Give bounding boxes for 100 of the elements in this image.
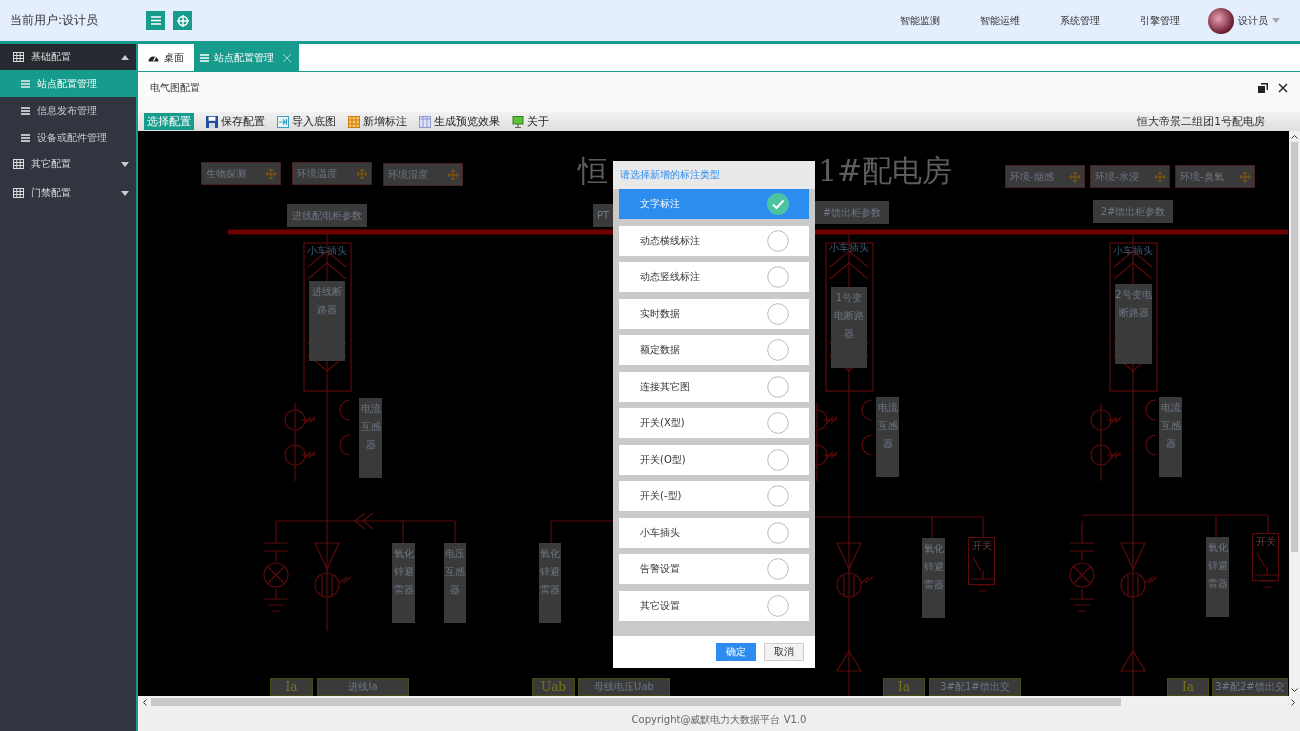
switch-box[interactable]: 开关 (968, 537, 995, 585)
parameter-box[interactable]: 进线配电柜参数 (287, 204, 367, 227)
cancel-button[interactable]: 取消 (764, 643, 804, 661)
option-row[interactable]: 开关(X型) (619, 408, 809, 438)
device-box[interactable]: 进线断路器 (309, 281, 345, 361)
sensor-box[interactable]: 环境-烟感 (1005, 165, 1085, 188)
device-label[interactable]: 小车插头 (826, 242, 872, 254)
device-box[interactable]: 氧化锌避雷器 (922, 538, 945, 618)
sidebar-group[interactable]: 门禁配置 (0, 180, 136, 206)
sidebar-group[interactable]: 基础配置 (0, 44, 136, 70)
device-box[interactable]: 氧化锌避雷器 (1206, 537, 1229, 617)
move-icon (1070, 171, 1080, 182)
device-box[interactable]: 氧化锌避雷器 (392, 543, 415, 623)
table-icon (13, 52, 24, 62)
sidebar-group[interactable]: 其它配置 (0, 151, 136, 177)
radio-circle-icon (767, 448, 789, 471)
option-row[interactable]: 小车插头 (619, 517, 809, 548)
switch-box[interactable]: 开关 (1252, 533, 1279, 581)
move-icon (448, 169, 458, 180)
site-name: 恒大帝景二组团1号配电房 (1137, 114, 1265, 129)
device-label[interactable]: 小车插头 (1110, 245, 1156, 257)
option-row[interactable]: 开关(O型) (619, 444, 809, 475)
diagram-title: 恒 (578, 152, 608, 190)
toolbar-button[interactable]: 保存配置 (206, 114, 265, 129)
radio-circle-icon (767, 412, 789, 434)
sidebar-item[interactable]: 站点配置管理 (0, 70, 136, 97)
option-row[interactable]: 动态横线标注 (619, 225, 809, 256)
nav-link[interactable]: 智能运维 (980, 13, 1020, 28)
device-box[interactable]: 1号变电断路器 (831, 287, 867, 368)
confirm-button[interactable]: 确定 (716, 643, 756, 661)
option-row[interactable]: 实时数据 (619, 298, 809, 329)
option-row[interactable]: 文字标注 (619, 189, 809, 219)
reading-name[interactable]: 3#配2#馈出交 (1212, 678, 1288, 696)
list-icon (200, 53, 209, 62)
radio-circle-icon (767, 521, 789, 544)
parameter-box[interactable]: 2#馈出柜参数 (1093, 200, 1173, 223)
copyright-text: Copyright@威默电力大数据平台 V1.0 (631, 712, 807, 727)
sensor-box[interactable]: 环境-水浸 (1090, 165, 1170, 188)
table-icon (13, 188, 24, 198)
sidebar-item[interactable]: 信息发布管理 (0, 97, 136, 124)
user-name[interactable]: 设计员 (1238, 13, 1268, 28)
device-box[interactable]: 2号变电断路器 (1115, 284, 1152, 364)
menu-button[interactable] (146, 11, 165, 30)
move-icon (357, 168, 367, 179)
sensor-box[interactable]: 环境湿度 (383, 163, 463, 186)
table-icon (419, 115, 431, 128)
sensor-box[interactable]: 生物探测 (201, 162, 281, 185)
toolbar-button[interactable]: 导入底图 (277, 114, 336, 129)
reading-symbol[interactable]: Ia (270, 678, 313, 696)
parameter-box[interactable]: PT (593, 204, 613, 227)
grid-icon (348, 115, 360, 128)
option-row[interactable]: 额定数据 (619, 335, 809, 365)
dialog-title: 请选择新增的标注类型 (613, 161, 815, 189)
menu-icon (150, 16, 161, 25)
device-box[interactable]: 氧化锌避雷器 (539, 543, 561, 623)
target-button[interactable] (173, 11, 192, 30)
device-box[interactable]: 电流互感器 (359, 398, 382, 478)
device-box[interactable]: 电流互感器 (1159, 397, 1182, 477)
nav-link[interactable]: 引擎管理 (1140, 13, 1180, 28)
reading-symbol[interactable]: Ia (1167, 678, 1209, 696)
parameter-box[interactable]: #馈出柜参数 (815, 201, 889, 224)
nav-link[interactable]: 智能监测 (900, 13, 940, 28)
restore-icon[interactable] (1258, 83, 1268, 93)
reading-symbol[interactable]: Uab (532, 678, 575, 696)
caret-icon (1272, 18, 1280, 23)
horizontal-scrollbar[interactable] (138, 696, 1300, 708)
reading-name[interactable]: 进线Ia (317, 678, 409, 696)
reading-name[interactable]: 母线电压Uab (578, 678, 670, 696)
sensor-box[interactable]: 环境-臭氧 (1175, 165, 1255, 188)
device-box[interactable]: 电压互感器 (444, 543, 466, 623)
avatar-circle (1208, 7, 1234, 34)
list-icon (21, 133, 30, 142)
sensor-box[interactable]: 环境温度 (292, 162, 372, 185)
move-icon (1155, 171, 1165, 182)
sidebar-item[interactable]: 设备或配件管理 (0, 124, 136, 151)
option-row[interactable]: 其它设置 (619, 590, 809, 621)
reading-symbol[interactable]: Ia (883, 678, 925, 696)
toolbar-button[interactable]: 生成预览效果 (419, 114, 500, 129)
monitor-icon (512, 115, 524, 128)
tab[interactable]: 桌面 (138, 44, 194, 71)
target-icon (176, 14, 189, 27)
radio-circle-icon (767, 375, 789, 398)
select-config-button[interactable]: 选择配置 (144, 113, 194, 130)
radio-circle-icon (767, 485, 789, 507)
nav-link[interactable]: 系统管理 (1060, 13, 1100, 28)
option-row[interactable]: 开关(-型) (619, 481, 809, 511)
list-icon (21, 79, 30, 88)
option-row[interactable]: 动态竖线标注 (619, 262, 809, 292)
toolbar-button[interactable]: 新增标注 (348, 114, 407, 129)
check-icon (767, 193, 789, 215)
close-icon[interactable] (1278, 83, 1288, 93)
vertical-scrollbar[interactable] (1289, 131, 1300, 696)
option-row[interactable]: 告警设置 (619, 554, 809, 584)
device-label[interactable]: 小车插头 (304, 245, 350, 257)
reading-name[interactable]: 3#配1#馈出交 (929, 678, 1021, 696)
device-box[interactable]: 电流互感器 (876, 397, 899, 477)
import-icon (277, 115, 289, 128)
option-row[interactable]: 连接其它图 (619, 371, 809, 402)
tab[interactable]: 站点配置管理 (194, 44, 299, 71)
toolbar-button[interactable]: 关于 (512, 114, 549, 129)
